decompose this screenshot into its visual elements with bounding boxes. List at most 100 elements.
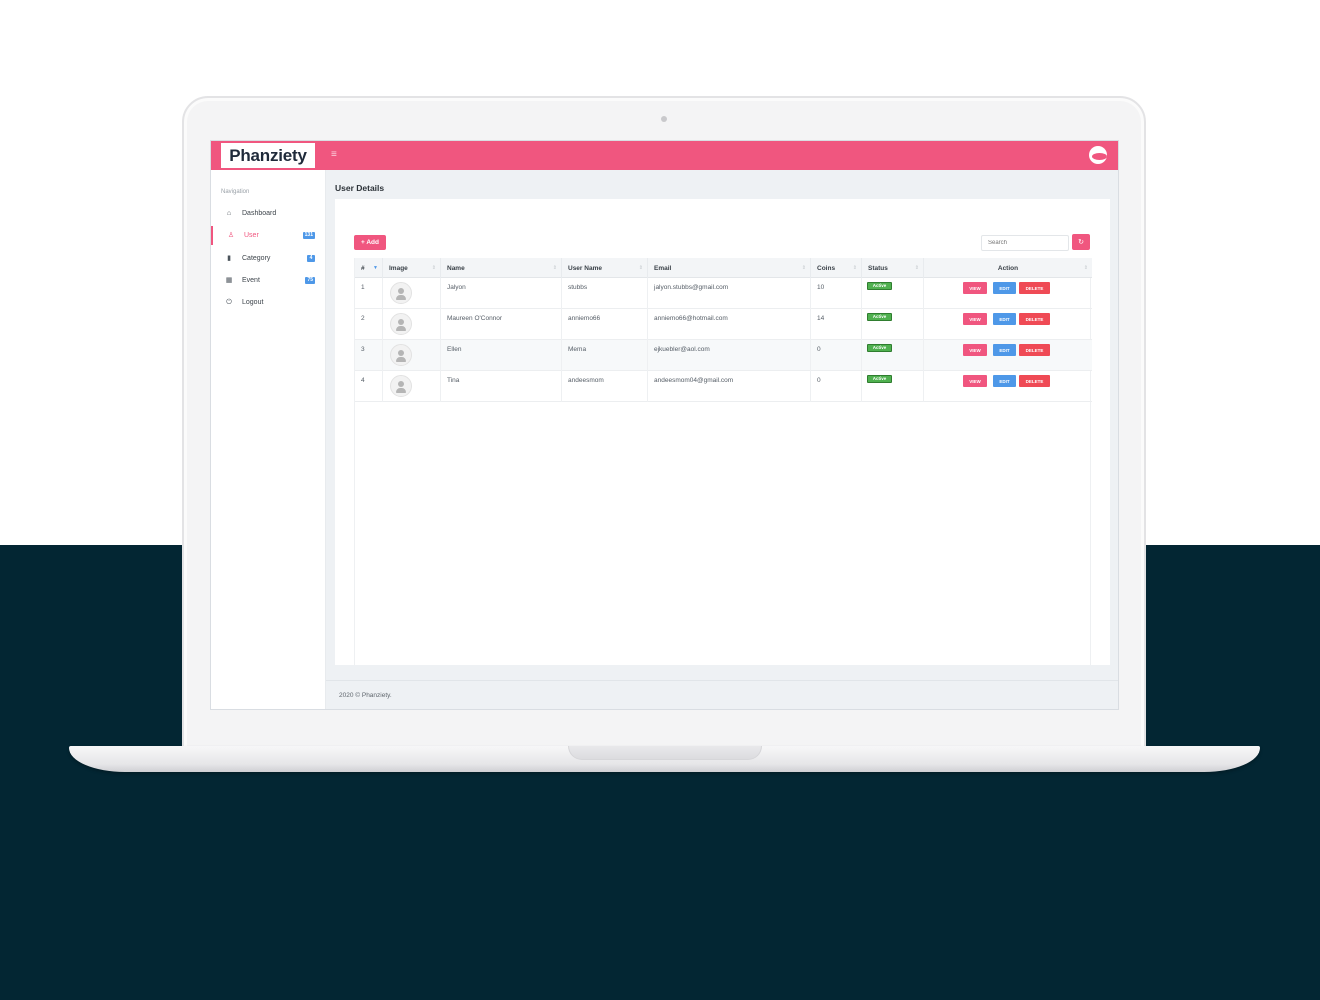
cell-image <box>383 371 441 402</box>
avatar <box>390 313 412 335</box>
cell-username: andeesmom <box>562 371 648 402</box>
table-row: 3 Ellen Mema ejkuebler@aol.com 0 Active … <box>355 340 1092 371</box>
count-badge: 75 <box>305 277 315 284</box>
column-header-number[interactable]: # ▼ <box>355 258 383 278</box>
table-row: 2 Maureen O'Connor anniemo66 anniemo66@h… <box>355 309 1092 340</box>
column-header-name[interactable]: Name ⇕ <box>441 258 562 278</box>
column-header-username[interactable]: User Name ⇕ <box>562 258 648 278</box>
sort-icon: ⇕ <box>638 265 643 271</box>
menu-toggle-icon[interactable]: ≡ <box>331 149 337 160</box>
cell-coins: 0 <box>811 340 862 371</box>
view-button[interactable]: VIEW <box>963 344 987 356</box>
status-badge: Active <box>867 313 892 321</box>
user-table: # ▼ Image ⇕ Name ⇕ User Name ⇕ Email ⇕ Coins ⇕… <box>354 258 1092 665</box>
app-screen: Phanziety ≡ Navigation ⌂ Dashboard ♙ Use… <box>210 140 1119 710</box>
cell-status: Active <box>862 309 924 340</box>
cell-email: jalyon.stubbs@gmail.com <box>648 278 811 309</box>
cell-actions: VIEW EDIT DELETE <box>924 278 1092 309</box>
cell-username: anniemo66 <box>562 309 648 340</box>
sort-icon: ⇕ <box>1083 265 1088 271</box>
sidebar: Navigation ⌂ Dashboard ♙ User 131 ▮ Cate… <box>211 170 326 709</box>
view-button[interactable]: VIEW <box>963 375 987 387</box>
cell-email: andeesmom04@gmail.com <box>648 371 811 402</box>
sidebar-item-category[interactable]: ▮ Category 4 <box>211 249 325 268</box>
sidebar-item-label: Event <box>242 277 260 284</box>
user-table-card: + Add ↻ #▼ Image⇕ Name⇕ User Name⇕ Email… <box>335 199 1110 665</box>
avatar <box>390 344 412 366</box>
cell-name: Maureen O'Connor <box>441 309 562 340</box>
sidebar-item-logout[interactable]: ⏻ Logout <box>211 293 325 312</box>
column-header-image[interactable]: Image ⇕ <box>383 258 441 278</box>
view-button[interactable]: VIEW <box>963 313 987 325</box>
column-header-action[interactable]: Action ⇕ <box>924 258 1092 278</box>
cell-name: Tina <box>441 371 562 402</box>
cell-number: 2 <box>355 309 383 340</box>
footer-copyright: 2020 © Phanziety. <box>339 692 392 699</box>
table-row: 1 Jalyon stubbs jalyon.stubbs@gmail.com … <box>355 278 1092 309</box>
logo[interactable]: Phanziety <box>221 143 315 168</box>
edit-button[interactable]: EDIT <box>993 282 1016 294</box>
cell-status: Active <box>862 278 924 309</box>
sort-icon: ⇕ <box>431 265 436 271</box>
refresh-button[interactable]: ↻ <box>1072 234 1090 250</box>
laptop-notch <box>568 746 762 760</box>
power-icon: ⏻ <box>226 298 232 306</box>
sort-icon: ⇕ <box>552 265 557 271</box>
top-bar: Phanziety ≡ <box>211 141 1118 170</box>
nav-heading: Navigation <box>221 189 250 195</box>
refresh-icon: ↻ <box>1078 239 1084 246</box>
cell-name: Ellen <box>441 340 562 371</box>
cell-coins: 0 <box>811 371 862 402</box>
edit-button[interactable]: EDIT <box>993 344 1016 356</box>
sidebar-item-label: Logout <box>242 299 264 306</box>
delete-button[interactable]: DELETE <box>1019 375 1050 387</box>
profile-avatar-icon[interactable] <box>1089 146 1107 164</box>
footer: 2020 © Phanziety. <box>326 680 1118 709</box>
delete-button[interactable]: DELETE <box>1019 344 1050 356</box>
view-button[interactable]: VIEW <box>963 282 987 294</box>
table-row: 4 Tina andeesmom andeesmom04@gmail.com 0… <box>355 371 1092 402</box>
delete-button[interactable]: DELETE <box>1019 313 1050 325</box>
count-badge: 4 <box>307 255 315 262</box>
camera-icon <box>661 116 667 122</box>
cell-number: 1 <box>355 278 383 309</box>
cell-image <box>383 340 441 371</box>
grid-icon: ▦ <box>225 276 233 284</box>
sort-icon: ⇕ <box>914 265 919 271</box>
sort-icon: ⇕ <box>852 265 857 271</box>
user-icon: ♙ <box>227 231 235 239</box>
bar-chart-icon: ▮ <box>227 254 231 262</box>
edit-button[interactable]: EDIT <box>993 313 1016 325</box>
status-badge: Active <box>867 282 892 290</box>
cell-image <box>383 309 441 340</box>
cell-status: Active <box>862 371 924 402</box>
sidebar-item-event[interactable]: ▦ Event 75 <box>211 271 325 290</box>
cell-username: Mema <box>562 340 648 371</box>
column-header-coins[interactable]: Coins ⇕ <box>811 258 862 278</box>
count-badge: 131 <box>302 232 315 239</box>
cell-actions: VIEW EDIT DELETE <box>924 371 1092 402</box>
column-header-status[interactable]: Status ⇕ <box>862 258 924 278</box>
sidebar-item-label: Category <box>242 255 271 262</box>
sidebar-item-dashboard[interactable]: ⌂ Dashboard <box>211 204 325 223</box>
page-title: User Details <box>335 183 385 193</box>
home-icon: ⌂ <box>226 209 232 217</box>
edit-button[interactable]: EDIT <box>993 375 1016 387</box>
cell-email: anniemo66@hotmail.com <box>648 309 811 340</box>
cell-actions: VIEW EDIT DELETE <box>924 340 1092 371</box>
cell-coins: 10 <box>811 278 862 309</box>
avatar <box>390 282 412 304</box>
cell-username: stubbs <box>562 278 648 309</box>
search-input[interactable] <box>981 235 1069 251</box>
sort-icon: ▼ <box>373 265 378 271</box>
sidebar-item-label: Dashboard <box>242 210 277 217</box>
cell-number: 4 <box>355 371 383 402</box>
cell-image <box>383 278 441 309</box>
cell-number: 3 <box>355 340 383 371</box>
sidebar-item-user[interactable]: ♙ User 131 <box>211 226 325 245</box>
column-header-email[interactable]: Email ⇕ <box>648 258 811 278</box>
main-content: User Details + Add ↻ #▼ Image⇕ Name⇕ Use… <box>326 170 1118 709</box>
sort-icon: ⇕ <box>801 265 806 271</box>
add-user-button[interactable]: + Add <box>354 235 386 250</box>
delete-button[interactable]: DELETE <box>1019 282 1050 294</box>
